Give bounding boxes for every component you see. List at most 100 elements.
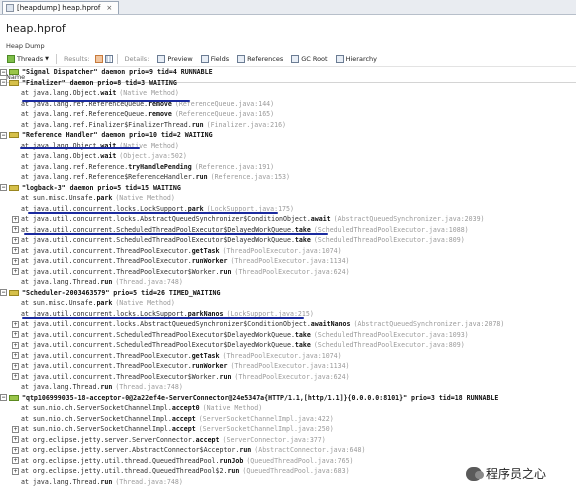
stack-frame-row[interactable]: + at org.eclipse.jetty.server.AbstractCon…: [0, 445, 576, 456]
collapse-toggle-icon[interactable]: −: [0, 184, 7, 192]
frame-method: getTask: [191, 246, 220, 255]
tab-heap-hprof[interactable]: [heapdump] heap.hprof ×: [2, 1, 120, 14]
results-text: Results:: [63, 55, 90, 63]
heap-dump-toolbar: Threads ▼ Results: Details: Preview Fiel…: [0, 52, 576, 67]
stack-frame-row[interactable]: at java.lang.ref.Finalizer$FinalizerThre…: [0, 120, 576, 131]
expand-toggle-icon[interactable]: +: [12, 226, 19, 234]
frame-source: (Native Method): [115, 194, 175, 203]
frame-method: tryHandlePending: [128, 162, 192, 171]
frame-method: run: [191, 120, 204, 129]
expand-toggle-icon[interactable]: +: [12, 236, 19, 244]
expand-toggle-icon[interactable]: +: [12, 446, 19, 454]
collapse-toggle-icon[interactable]: −: [0, 68, 7, 76]
annotation-underline: [28, 212, 278, 214]
stack-frame-row[interactable]: at java.lang.Thread. run (Thread.java:748): [0, 277, 576, 288]
stack-frame-row[interactable]: at java.lang.ref.ReferenceQueue. remove (R…: [0, 109, 576, 120]
expand-toggle-icon[interactable]: +: [12, 215, 19, 223]
stack-frame-row[interactable]: at sun.misc.Unsafe. park (Native Method): [0, 193, 576, 204]
thread-label: "qtp106999035-18-acceptor-0@2a22ef4e-Ser…: [22, 393, 499, 402]
expand-toggle-icon[interactable]: +: [12, 268, 19, 276]
expand-toggle-icon[interactable]: +: [12, 436, 19, 444]
thread-row[interactable]: − "logback-3" daemon prio=5 tid=15 WAITIN…: [0, 183, 576, 194]
stack-frame-row[interactable]: + at java.util.concurrent.ThreadPoolExecu…: [0, 246, 576, 257]
stack-frame-row[interactable]: at java.lang.Thread. run (Thread.java:748): [0, 382, 576, 393]
fields-button[interactable]: Fields: [198, 53, 232, 65]
expand-toggle-icon[interactable]: +: [12, 457, 19, 465]
collapse-toggle-icon[interactable]: −: [0, 289, 7, 297]
expand-toggle-icon[interactable]: +: [12, 320, 19, 328]
frame-method: run: [239, 446, 252, 455]
details-label: Details:: [122, 53, 153, 65]
frame-method: park: [96, 194, 113, 203]
stack-frame-row[interactable]: + at java.util.concurrent.ThreadPoolExecu…: [0, 351, 576, 362]
frame-method: run: [100, 383, 113, 392]
expand-toggle-icon[interactable]: +: [12, 331, 19, 339]
thread-tree: − "Signal Dispatcher" daemon prio=9 tid=4…: [0, 67, 576, 496]
stack-frame-row[interactable]: at java.lang.Object. wait (Object.java:502…: [0, 151, 576, 162]
expand-toggle-icon[interactable]: +: [12, 467, 19, 475]
frame-source: (Thread.java:748): [115, 278, 183, 287]
frame-method: accept: [171, 425, 196, 434]
frame-class: at java.lang.Thread.: [21, 477, 101, 486]
thread-row[interactable]: − "qtp106999035-18-acceptor-0@2a22ef4e-Se…: [0, 393, 576, 404]
stack-frame-row[interactable]: + at java.util.concurrent.ScheduledThread…: [0, 340, 576, 351]
stack-frame-row[interactable]: at sun.misc.Unsafe. park (Native Method): [0, 298, 576, 309]
threads-label: Threads: [17, 55, 44, 63]
frame-class: at java.util.concurrent.ScheduledThreadP…: [21, 236, 295, 245]
expand-toggle-icon[interactable]: +: [12, 247, 19, 255]
thread-row[interactable]: − "Signal Dispatcher" daemon prio=9 tid=4…: [0, 67, 576, 78]
expand-toggle-icon[interactable]: +: [12, 257, 19, 265]
gc-root-button[interactable]: GC Root: [288, 53, 330, 65]
collapse-toggle-icon[interactable]: −: [0, 79, 7, 87]
stack-frame-row[interactable]: at sun.nio.ch.ServerSocketChannelImpl. ac…: [0, 403, 576, 414]
collapse-toggle-icon[interactable]: −: [0, 394, 7, 402]
frame-class: at java.util.concurrent.locks.AbstractQu…: [21, 320, 311, 329]
stack-frame-row[interactable]: at java.lang.Object. wait (Native Method): [0, 88, 576, 99]
stack-frame-row[interactable]: at sun.nio.ch.ServerSocketChannelImpl. ac…: [0, 414, 576, 425]
stack-frame-row[interactable]: + at java.util.concurrent.locks.AbstractQ…: [0, 214, 576, 225]
hierarchy-button[interactable]: Hierarchy: [333, 53, 380, 65]
stack-frame-row[interactable]: + at sun.nio.ch.ServerSocketChannelImpl. a…: [0, 424, 576, 435]
collapse-toggle-icon[interactable]: −: [0, 131, 7, 139]
results-table-view-icon[interactable]: [94, 55, 103, 63]
frame-method: wait: [100, 141, 117, 150]
tab-label: [heapdump] heap.hprof: [17, 4, 101, 12]
frame-method: getTask: [191, 351, 220, 360]
stack-frame-row[interactable]: at java.lang.ref.Reference. tryHandlePend…: [0, 162, 576, 173]
stack-frame-row[interactable]: + at java.util.concurrent.ThreadPoolExecu…: [0, 372, 576, 383]
frame-class: at java.util.concurrent.ThreadPoolExecut…: [21, 351, 192, 360]
stack-frame-row[interactable]: + at java.util.concurrent.ThreadPoolExecu…: [0, 361, 576, 372]
references-button[interactable]: References: [234, 53, 286, 65]
expand-toggle-icon[interactable]: +: [12, 352, 19, 360]
thread-row[interactable]: − "Reference Handler" daemon prio=10 tid=…: [0, 130, 576, 141]
frame-class: at java.lang.Object.: [21, 89, 101, 98]
frame-class: at org.eclipse.jetty.util.thread.QueuedT…: [21, 467, 228, 476]
frame-method: run: [219, 372, 232, 381]
thread-row[interactable]: − "Scheduler-2003463579" prio=5 tid=26 TI…: [0, 288, 576, 299]
stack-frame-row[interactable]: + at java.util.concurrent.ThreadPoolExecu…: [0, 267, 576, 278]
expand-toggle-icon[interactable]: +: [12, 362, 19, 370]
stack-frame-row[interactable]: + at java.util.concurrent.ScheduledThread…: [0, 330, 576, 341]
stack-frame-row[interactable]: + at java.util.concurrent.ThreadPoolExecu…: [0, 256, 576, 267]
expand-toggle-icon[interactable]: +: [12, 373, 19, 381]
toolbar-divider: [116, 54, 118, 64]
annotation-underline: [22, 317, 304, 319]
stack-frame-row[interactable]: + at java.util.concurrent.ScheduledThread…: [0, 235, 576, 246]
frame-class: at java.lang.ref.Finalizer$FinalizerThre…: [21, 120, 192, 129]
stack-frame-row[interactable]: + at java.util.concurrent.locks.AbstractQ…: [0, 319, 576, 330]
preview-button[interactable]: Preview: [154, 53, 195, 65]
frame-method: remove: [148, 110, 172, 119]
frame-method: accept: [171, 414, 196, 423]
references-label: References: [247, 55, 284, 63]
frame-source: (Object.java:502): [119, 152, 187, 161]
frame-source: (QueuedThreadPool.java:765): [246, 456, 354, 465]
stack-frame-row[interactable]: at java.lang.Object. wait (Native Method): [0, 141, 576, 152]
expand-toggle-icon[interactable]: +: [12, 425, 19, 433]
threads-dropdown[interactable]: Threads ▼: [4, 53, 52, 65]
close-icon[interactable]: ×: [106, 4, 112, 12]
stack-frame-row[interactable]: + at org.eclipse.jetty.server.ServerConne…: [0, 435, 576, 446]
expand-toggle-icon[interactable]: +: [12, 341, 19, 349]
stack-frame-row[interactable]: at java.lang.ref.Reference$ReferenceHand…: [0, 172, 576, 183]
results-tree-view-icon[interactable]: [104, 55, 113, 63]
thread-row[interactable]: − "Finalizer" daemon prio=8 tid=3 WAITING: [0, 78, 576, 89]
